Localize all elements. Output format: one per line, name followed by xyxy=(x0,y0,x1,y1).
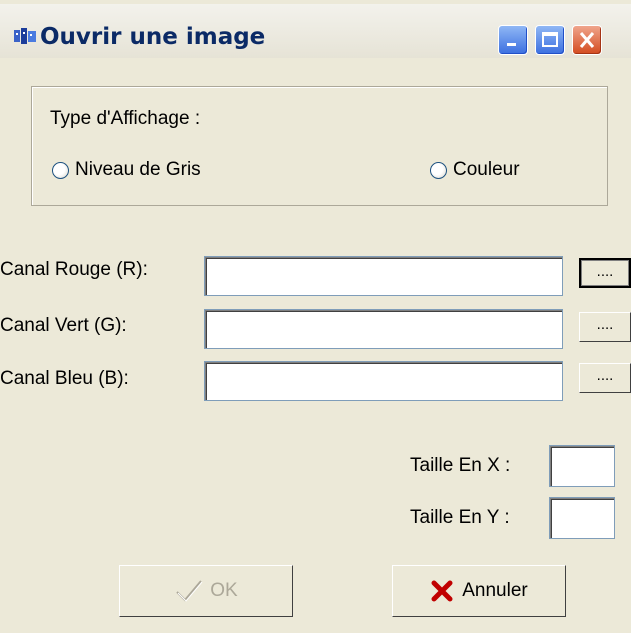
canal-vert-label: Canal Vert (G): xyxy=(0,315,127,336)
close-icon xyxy=(579,32,595,48)
taille-x-input[interactable] xyxy=(549,445,615,487)
taille-x-label: Taille En X : xyxy=(410,455,511,476)
canal-rouge-label: Canal Rouge (R): xyxy=(0,259,148,280)
minimize-button[interactable] xyxy=(498,25,528,55)
window-title: Ouvrir une image xyxy=(40,24,266,50)
radio-niveau-de-gris[interactable] xyxy=(52,162,69,179)
title-bar[interactable]: Ouvrir une image xyxy=(0,0,631,58)
cancel-button[interactable]: Annuler xyxy=(392,565,566,617)
close-button[interactable] xyxy=(572,25,602,55)
canal-vert-input[interactable] xyxy=(204,309,563,349)
canal-bleu-label: Canal Bleu (B): xyxy=(0,368,129,389)
canal-rouge-browse-button[interactable]: .... xyxy=(579,258,631,288)
canal-vert-browse-button[interactable]: .... xyxy=(579,312,631,342)
cancel-label: Annuler xyxy=(462,580,528,601)
display-type-group xyxy=(31,86,608,206)
maximize-icon xyxy=(542,32,558,47)
app-icon xyxy=(14,28,36,44)
red-x-icon xyxy=(431,580,453,602)
radio-couleur[interactable] xyxy=(430,162,447,179)
radio-couleur-label[interactable]: Couleur xyxy=(453,159,520,181)
canal-bleu-input[interactable] xyxy=(204,361,563,401)
canal-bleu-browse-button[interactable]: .... xyxy=(579,363,631,393)
display-type-label: Type d'Affichage : xyxy=(50,108,201,129)
checkmark-icon xyxy=(176,580,203,602)
canal-rouge-input[interactable] xyxy=(204,256,563,296)
taille-y-label: Taille En Y : xyxy=(410,507,510,528)
taille-y-input[interactable] xyxy=(549,497,615,539)
minimize-icon xyxy=(507,43,516,46)
radio-niveau-de-gris-label[interactable]: Niveau de Gris xyxy=(75,159,201,181)
maximize-button[interactable] xyxy=(535,25,565,55)
ok-button[interactable]: OK xyxy=(119,565,293,617)
ok-label: OK xyxy=(210,580,238,601)
